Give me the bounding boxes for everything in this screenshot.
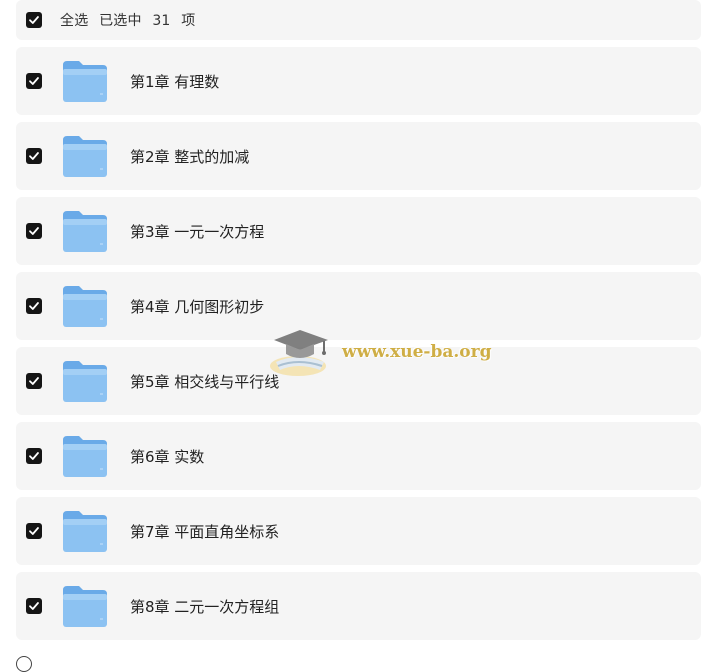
item-label: 第7章 平面直角坐标系 [130,522,280,541]
folder-icon [62,209,108,253]
item-checkbox[interactable] [26,598,42,614]
check-icon [29,527,39,535]
list-item[interactable]: 第4章 几何图形初步 [16,272,701,340]
list-item[interactable]: 第3章 一元一次方程 [16,197,701,265]
check-icon [29,452,39,460]
item-label: 第3章 一元一次方程 [130,222,265,241]
item-checkbox[interactable] [26,223,42,239]
selected-suffix: 项 [181,13,196,29]
item-label: 第4章 几何图形初步 [130,297,265,316]
check-icon [29,302,39,310]
check-icon [29,16,39,24]
list-item[interactable]: 第8章 二元一次方程组 [16,572,701,640]
folder-icon [62,584,108,628]
check-icon [29,152,39,160]
check-icon [29,77,39,85]
item-label: 第1章 有理数 [130,72,220,91]
item-checkbox[interactable] [26,373,42,389]
list-item[interactable]: 第2章 整式的加减 [16,122,701,190]
folder-icon [62,509,108,553]
item-checkbox[interactable] [26,523,42,539]
folder-icon [62,284,108,328]
check-icon [29,377,39,385]
folder-icon [62,434,108,478]
list-item[interactable]: 第6章 实数 [16,422,701,490]
item-checkbox[interactable] [26,298,42,314]
list-item[interactable]: 第1章 有理数 [16,47,701,115]
item-checkbox[interactable] [26,148,42,164]
item-label: 第5章 相交线与平行线 [130,372,280,391]
item-label: 第2章 整式的加减 [130,147,250,166]
folder-icon [62,359,108,403]
check-icon [29,227,39,235]
selected-prefix: 已选中 [99,13,142,29]
select-all-checkbox[interactable] [26,12,42,28]
item-label: 第8章 二元一次方程组 [130,597,280,616]
list-item[interactable]: 第7章 平面直角坐标系 [16,497,701,565]
selection-summary: 全选 已选中 31 项 [60,10,201,30]
list-item[interactable]: 第5章 相交线与平行线 [16,347,701,415]
folder-icon [62,59,108,103]
folder-icon [62,134,108,178]
select-all-label: 全选 [60,13,89,29]
select-all-row[interactable]: 全选 已选中 31 项 [16,0,701,40]
item-checkbox[interactable] [26,448,42,464]
check-icon [29,602,39,610]
item-label: 第6章 实数 [130,447,205,466]
selected-count: 31 [152,13,171,29]
folder-list: 第1章 有理数 第2章 整式的加减 第3章 一元一次方程 第4章 几何图形初步 [16,47,701,647]
item-checkbox[interactable] [26,73,42,89]
